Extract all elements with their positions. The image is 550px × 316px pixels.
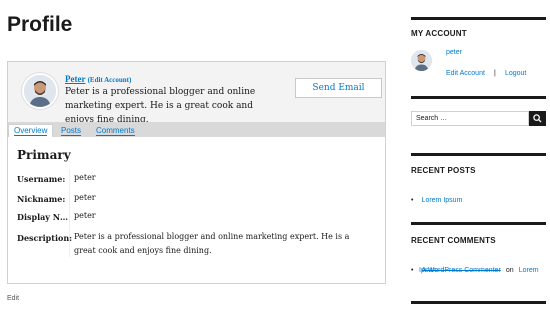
avatar-image <box>411 50 432 71</box>
tab-overview-label: Overview <box>14 126 48 136</box>
account-avatar[interactable] <box>411 50 432 71</box>
edit-page-link[interactable]: Edit <box>7 295 19 302</box>
search-input[interactable]: Search … <box>411 111 529 126</box>
profile-tabs: Overview Posts Comments <box>8 122 385 137</box>
send-email-button[interactable]: Send Email <box>295 78 382 98</box>
profile-card: Peter (Edit Account) Peter is a professi… <box>7 61 386 284</box>
link-separator: | <box>494 70 496 77</box>
sidebar-rule <box>411 301 546 304</box>
section-title: Primary <box>17 148 71 162</box>
description-value: Peter is a professional blogger and onli… <box>74 232 350 255</box>
edit-account-sidebar-link[interactable]: Edit Account <box>446 70 485 77</box>
recent-posts-heading: RECENT POSTS <box>411 166 476 175</box>
username-label: Username: <box>17 174 66 184</box>
sidebar-rule <box>411 153 546 156</box>
display-name-label: Display Na… <box>17 212 73 222</box>
profile-name-link[interactable]: Peter <box>65 74 85 84</box>
tab-comments-label: Comments <box>96 125 135 136</box>
sidebar-rule <box>411 96 546 99</box>
bullet: • <box>411 197 414 204</box>
profile-header: Peter (Edit Account) Peter is a professi… <box>8 62 385 125</box>
recent-comments-heading: RECENT COMMENTS <box>411 236 496 245</box>
my-account-heading: MY ACCOUNT <box>411 29 467 38</box>
edit-account-link[interactable]: (Edit Account) <box>88 76 132 84</box>
logout-link[interactable]: Logout <box>505 70 526 77</box>
avatar-image <box>24 75 56 107</box>
profile-name-line: Peter (Edit Account) <box>65 74 131 84</box>
recent-post-item: • Lorem Ipsum <box>411 187 462 206</box>
nickname-value: peter <box>74 193 96 202</box>
search-icon <box>533 114 542 123</box>
recent-post-link[interactable]: Lorem Ipsum <box>422 197 463 204</box>
sidebar-rule <box>411 222 546 225</box>
tab-posts-label: Posts <box>61 125 82 136</box>
search-button[interactable] <box>529 111 546 126</box>
username-value: peter <box>74 173 96 182</box>
display-name-value: peter <box>74 211 96 220</box>
tab-overview[interactable]: Overview <box>8 124 53 137</box>
page-title: Profile <box>7 13 73 36</box>
profile-avatar[interactable] <box>22 73 58 109</box>
bullet: • <box>411 267 414 274</box>
comment-on-text: on <box>505 267 514 274</box>
comment-post-link-cont[interactable]: Ipsum <box>419 267 438 274</box>
description-label: Description: <box>17 233 73 243</box>
tab-posts[interactable]: Posts <box>56 124 90 137</box>
profile-bio: Peter is a professional blogger and onli… <box>65 87 256 125</box>
comment-post-link[interactable]: Lorem <box>519 267 539 274</box>
tab-comments[interactable]: Comments <box>91 124 146 137</box>
account-links: Edit Account | Logout <box>446 60 526 79</box>
nickname-label: Nickname: <box>17 194 66 204</box>
account-username-link[interactable]: peter <box>446 49 462 56</box>
sidebar-rule <box>411 17 546 20</box>
